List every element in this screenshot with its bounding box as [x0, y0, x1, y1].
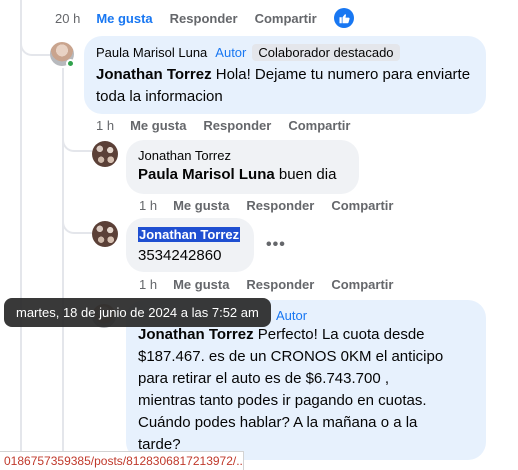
thread-connector	[62, 200, 92, 234]
comment-time[interactable]: 20 h	[55, 11, 80, 26]
author-tag: Autor	[276, 308, 308, 323]
mention-link[interactable]: Paula Marisol Luna	[138, 166, 275, 183]
avatar[interactable]	[92, 141, 118, 167]
comment-line: mientras tanto podes ir pagando en cuota…	[138, 392, 427, 409]
reply-button[interactable]: Responder	[203, 118, 271, 133]
comment-actions: 20 h Me gusta Responder Compartir	[55, 8, 354, 28]
mention-link[interactable]: Jonathan Torrez	[96, 66, 212, 83]
comment-bubble: Jonathan Torrez Paula Marisol Luna buen …	[126, 140, 359, 194]
comment-header: Paula Marisol Luna Autor Colaborador des…	[96, 44, 474, 61]
like-reaction-icon[interactable]	[333, 8, 354, 28]
thread-connector	[20, 0, 50, 56]
comment-text: Jonathan Torrez Hola! Dejame tu numero p…	[96, 64, 474, 108]
comment-actions: 1 h Me gusta Responder Compartir	[96, 118, 367, 133]
share-button[interactable]: Compartir	[331, 277, 393, 292]
more-options-icon[interactable]: •••	[266, 236, 286, 254]
share-button[interactable]: Compartir	[255, 11, 317, 26]
like-button[interactable]: Me gusta	[96, 11, 152, 26]
like-button[interactable]: Me gusta	[130, 118, 186, 133]
comment-author[interactable]: Jonathan Torrez	[138, 148, 347, 163]
mention-link[interactable]: Jonathan Torrez	[138, 326, 254, 343]
reply-button[interactable]: Responder	[246, 277, 314, 292]
reply-button[interactable]: Responder	[246, 198, 314, 213]
comment-body: 3534242860	[138, 247, 222, 264]
comment-bubble: Jonathan Torrez 3534242860	[126, 218, 254, 272]
comment-text: Jonathan Torrez Perfecto! La cuota desde…	[138, 324, 474, 456]
like-button[interactable]: Me gusta	[173, 277, 229, 292]
share-button[interactable]: Compartir	[331, 198, 393, 213]
comment-author[interactable]: Jonathan Torrez	[138, 227, 241, 242]
thread-connector	[62, 126, 92, 152]
comment-text: Paula Marisol Luna buen dia	[138, 164, 347, 186]
thread-line	[20, 0, 22, 470]
status-bar-url: 0186757359385/posts/8128306817213972/...	[0, 451, 244, 470]
comment-actions: 1 h Me gusta Responder Compartir	[139, 277, 410, 292]
top-contributor-badge[interactable]: Colaborador destacado	[252, 44, 400, 61]
reply-button[interactable]: Responder	[170, 11, 238, 26]
like-button[interactable]: Me gusta	[173, 198, 229, 213]
comment-line: $187.467. es de un CRONOS 0KM el anticip…	[138, 348, 444, 365]
author-tag: Autor	[215, 45, 247, 60]
avatar[interactable]	[92, 221, 118, 247]
comment-line: Cuándo podes hablar? A la mañana o a la	[138, 414, 418, 431]
comment-author[interactable]: Paula Marisol Luna	[96, 45, 207, 60]
comment-bubble: Paula Marisol Luna Autor Colaborador des…	[84, 36, 486, 114]
online-status-dot	[66, 59, 75, 68]
comment-line: para retirar el auto es de $6.743.700 ,	[138, 370, 390, 387]
comment-line: Perfecto! La cuota desde	[253, 326, 425, 343]
comment-time[interactable]: 1 h	[139, 277, 157, 292]
timestamp-tooltip: martes, 18 de junio de 2024 a las 7:52 a…	[4, 298, 271, 327]
comment-actions: 1 h Me gusta Responder Compartir	[139, 198, 410, 213]
comment-body: buen dia	[274, 166, 337, 183]
comment-time[interactable]: 1 h	[139, 198, 157, 213]
share-button[interactable]: Compartir	[288, 118, 350, 133]
comment-time[interactable]: 1 h	[96, 118, 114, 133]
